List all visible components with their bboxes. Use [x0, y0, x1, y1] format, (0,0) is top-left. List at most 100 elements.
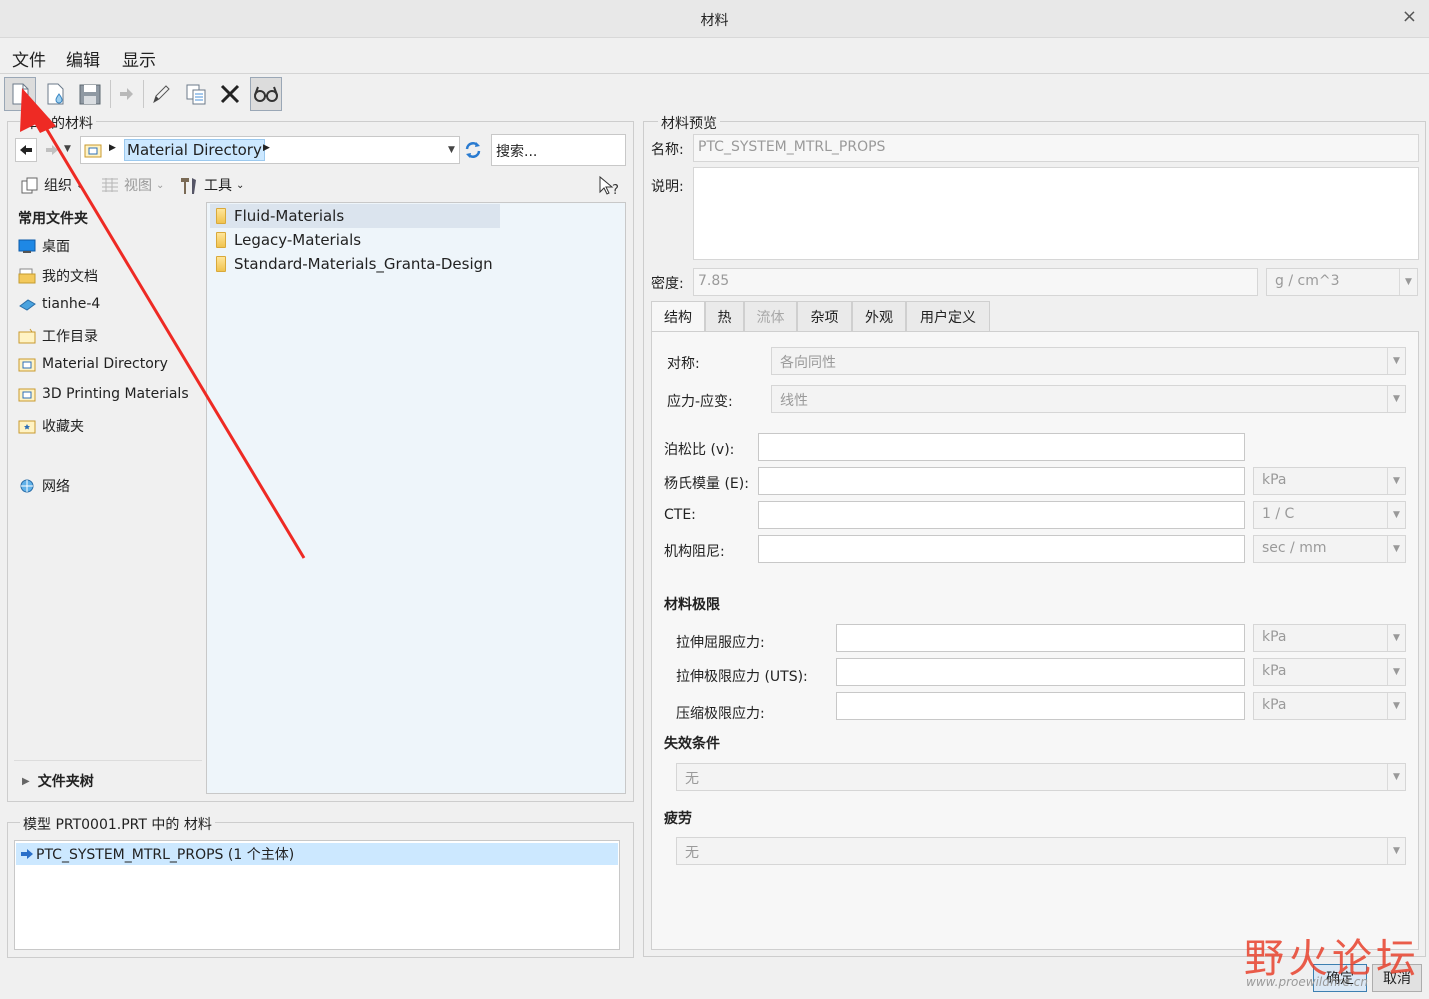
copy-button[interactable]: [180, 77, 212, 111]
failure-criteria-header: 失效条件: [664, 736, 720, 752]
menu-view[interactable]: 显示: [122, 46, 156, 71]
dropdown-arrow-icon: ▼: [1387, 659, 1405, 685]
description-field[interactable]: [693, 167, 1419, 260]
refresh-button[interactable]: [461, 138, 485, 162]
symmetry-value: 各向同性: [780, 355, 836, 371]
close-icon[interactable]: ×: [1402, 6, 1417, 27]
breadcrumb-material-directory[interactable]: Material Directory: [124, 139, 265, 161]
uts-field[interactable]: [836, 658, 1245, 686]
model-material-item[interactable]: PTC_SYSTEM_MTRL_PROPS (1 个主体): [16, 843, 618, 865]
nav-3d-printing-materials[interactable]: 3D Printing Materials: [18, 386, 189, 402]
file-item-standard-materials[interactable]: Standard-Materials_Granta-Design: [210, 252, 493, 276]
tensile-yield-unit-select[interactable]: kPa ▼: [1253, 624, 1406, 652]
new-material-button[interactable]: [4, 77, 36, 111]
poisson-field[interactable]: [758, 433, 1245, 461]
density-unit-select[interactable]: g / cm^3 ▼: [1266, 268, 1418, 296]
symmetry-select[interactable]: 各向同性 ▼: [771, 347, 1406, 375]
fatigue-value: 无: [685, 845, 699, 861]
tab-structural[interactable]: 结构: [651, 301, 705, 332]
fluid-file-icon: [47, 83, 64, 105]
damping-label: 机构阻尼:: [664, 544, 725, 560]
menu-edit[interactable]: 编辑: [66, 46, 100, 71]
tensile-yield-label: 拉伸屈服应力:: [676, 635, 765, 651]
density-field[interactable]: 7.85: [693, 268, 1258, 296]
preview-group-label: 材料预览: [658, 113, 720, 133]
dropdown-arrow-icon: ▼: [1387, 502, 1405, 528]
breadcrumb-chevron-icon[interactable]: ▶: [263, 143, 270, 153]
menu-file[interactable]: 文件: [12, 46, 46, 71]
history-dropdown-icon[interactable]: ▼: [64, 144, 71, 154]
compressive-unit-select[interactable]: kPa ▼: [1253, 692, 1406, 720]
save-button[interactable]: [74, 77, 106, 111]
tensile-yield-unit-value: kPa: [1262, 629, 1287, 645]
folder-tree-toggle[interactable]: ▶ 文件夹树: [22, 771, 94, 791]
edit-button[interactable]: [145, 77, 177, 111]
forward-button[interactable]: [40, 138, 64, 162]
nav-favorites[interactable]: 收藏夹: [18, 416, 84, 436]
new-file-icon: [12, 83, 29, 105]
tab-user-defined[interactable]: 用户定义: [906, 301, 990, 331]
tab-misc[interactable]: 杂项: [797, 301, 852, 331]
nav-label: 我的文档: [42, 269, 98, 285]
glasses-icon: [254, 86, 278, 102]
damping-field[interactable]: [758, 535, 1245, 563]
nav-computer[interactable]: tianhe-4: [18, 296, 100, 312]
tensile-yield-field[interactable]: [836, 624, 1245, 652]
density-label: 密度:: [651, 276, 684, 292]
address-dropdown-icon[interactable]: ▼: [448, 145, 455, 155]
failure-criteria-select[interactable]: 无 ▼: [676, 763, 1406, 791]
chevron-down-icon: ⌄: [76, 179, 85, 191]
young-field[interactable]: [758, 467, 1245, 495]
assign-button[interactable]: [110, 77, 142, 111]
file-list: [206, 202, 626, 794]
cte-label: CTE:: [664, 507, 696, 523]
name-field[interactable]: PTC_SYSTEM_MTRL_PROPS: [693, 134, 1419, 162]
compressive-unit-value: kPa: [1262, 697, 1287, 713]
directory-icon: [84, 142, 102, 162]
chevron-down-icon: ⌄: [156, 179, 165, 191]
network-icon: [20, 479, 34, 493]
organize-menu[interactable]: 组织 ⌄: [20, 175, 84, 195]
dropdown-arrow-icon: ▼: [1387, 625, 1405, 651]
tab-thermal[interactable]: 热: [705, 301, 744, 331]
nav-working-directory[interactable]: 工作目录: [18, 326, 98, 346]
dropdown-arrow-icon: ▼: [1387, 838, 1405, 864]
expand-triangle-icon: ▶: [22, 775, 30, 787]
assigned-arrow-icon: [21, 849, 33, 859]
young-unit-select[interactable]: kPa ▼: [1253, 467, 1406, 495]
damping-unit-select[interactable]: sec / mm ▼: [1253, 535, 1406, 563]
stress-strain-select[interactable]: 线性 ▼: [771, 385, 1406, 413]
dropdown-arrow-icon: ▼: [1387, 468, 1405, 494]
uts-unit-select[interactable]: kPa ▼: [1253, 658, 1406, 686]
view-label: 视图: [124, 178, 152, 194]
young-label: 杨氏模量 (E):: [664, 476, 749, 492]
tab-fluid[interactable]: 流体: [744, 301, 797, 331]
dropdown-arrow-icon: ▼: [1387, 764, 1405, 790]
preview-toggle-button[interactable]: [250, 77, 282, 111]
help-cursor-icon[interactable]: ?: [598, 175, 622, 201]
new-fluid-button[interactable]: [40, 77, 72, 111]
damping-unit-value: sec / mm: [1262, 540, 1327, 556]
cte-unit-value: 1 / C: [1262, 506, 1295, 522]
tools-menu[interactable]: 工具 ⌄: [178, 175, 244, 195]
file-item-fluid-materials[interactable]: Fluid-Materials: [210, 204, 500, 228]
search-input[interactable]: 搜索...: [491, 134, 626, 166]
nav-label: 网络: [42, 479, 70, 495]
dropdown-arrow-icon: ▼: [1387, 693, 1405, 719]
nav-label: Material Directory: [42, 356, 168, 372]
back-button[interactable]: [15, 138, 37, 162]
nav-my-documents[interactable]: 我的文档: [18, 266, 98, 286]
nav-material-directory[interactable]: Material Directory: [18, 356, 168, 372]
cte-unit-select[interactable]: 1 / C ▼: [1253, 501, 1406, 529]
cte-field[interactable]: [758, 501, 1245, 529]
view-menu[interactable]: 视图 ⌄: [100, 175, 164, 195]
delete-button[interactable]: [214, 77, 246, 111]
file-item-legacy-materials[interactable]: Legacy-Materials: [210, 228, 361, 252]
save-icon: [79, 84, 101, 105]
compressive-field[interactable]: [836, 692, 1245, 720]
delete-x-icon: [220, 84, 240, 104]
nav-desktop[interactable]: 桌面: [18, 236, 70, 256]
nav-network[interactable]: 网络: [18, 476, 70, 496]
tab-appearance[interactable]: 外观: [852, 301, 906, 331]
fatigue-select[interactable]: 无 ▼: [676, 837, 1406, 865]
